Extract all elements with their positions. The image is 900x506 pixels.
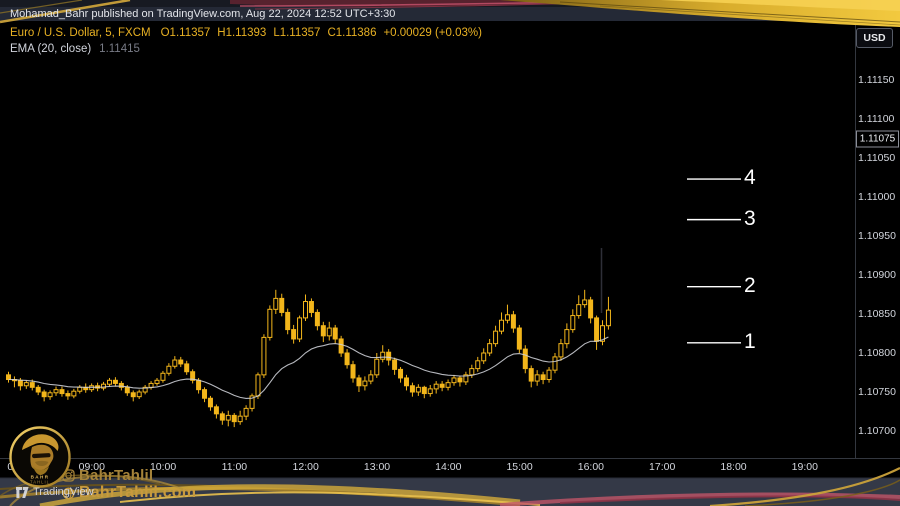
ohlc-open: O1.11357 <box>161 27 211 39</box>
price-tick: 1.10900 <box>858 269 896 281</box>
ohlc-change: +0.00029 (+0.03%) <box>383 27 481 39</box>
watermark-handle: BahrTahlil <box>79 467 153 484</box>
time-tick: 14:00 <box>435 461 461 473</box>
last-price-label: 1.11075 <box>856 130 899 147</box>
price-tick: 1.10750 <box>858 386 896 398</box>
bahrtahlil-logo: BAHR TAHLIL <box>9 426 71 488</box>
price-tick: 1.10850 <box>858 308 896 320</box>
tradingview-logo[interactable]: TradingView <box>16 486 94 498</box>
level-lines[interactable] <box>687 179 741 343</box>
attribution-text: Mohamad_Bahr published on TradingView.co… <box>10 8 395 21</box>
price-tick: 1.10800 <box>858 347 896 359</box>
price-tick: 1.11100 <box>858 113 894 125</box>
time-tick: 16:00 <box>578 461 604 473</box>
price-tick: 1.10700 <box>858 425 896 437</box>
time-tick: 12:00 <box>293 461 319 473</box>
symbol-legend[interactable]: Euro / U.S. Dollar, 5, FXCM O1.11357 H1.11… <box>10 27 482 39</box>
watermark-site: BahrTahlil.com <box>79 484 196 502</box>
time-tick: 19:00 <box>792 461 818 473</box>
price-tick: 1.11150 <box>858 74 894 86</box>
price-tick: 1.11000 <box>858 191 895 203</box>
time-tick: 11:00 <box>222 461 248 473</box>
time-tick: 17:00 <box>649 461 675 473</box>
ema-label[interactable]: EMA (20, close) <box>10 43 91 55</box>
ohlc-low: L1.11357 <box>273 27 320 39</box>
time-axis-border <box>0 458 900 459</box>
price-tick: 1.11050 <box>858 152 895 164</box>
ohlc-close: C1.11386 <box>327 27 376 39</box>
tradingview-label: TradingView <box>33 486 94 498</box>
time-tick: 13:00 <box>364 461 390 473</box>
currency-toggle-button[interactable]: USD <box>856 28 893 48</box>
candle-bodies <box>7 298 611 421</box>
level-number-3: 3 <box>744 207 756 231</box>
ema-legend[interactable]: EMA (20, close) 1.11415 <box>10 43 140 55</box>
time-tick: 18:00 <box>720 461 746 473</box>
logo-text-line2: TAHLIL <box>30 480 50 485</box>
candlestick-chart[interactable] <box>0 0 900 506</box>
level-number-4: 4 <box>744 166 756 190</box>
ohlc-high: H1.11393 <box>217 27 266 39</box>
ema-value: 1.11415 <box>99 43 140 55</box>
price-tick: 1.10950 <box>858 230 896 242</box>
time-tick: 15:00 <box>506 461 532 473</box>
tradingview-icon <box>16 487 29 498</box>
price-axis-border <box>855 21 856 458</box>
level-number-2: 2 <box>744 274 756 298</box>
candle-wicks <box>9 290 609 427</box>
symbol-title[interactable]: Euro / U.S. Dollar, 5, FXCM <box>10 27 151 39</box>
level-number-1: 1 <box>744 330 756 354</box>
